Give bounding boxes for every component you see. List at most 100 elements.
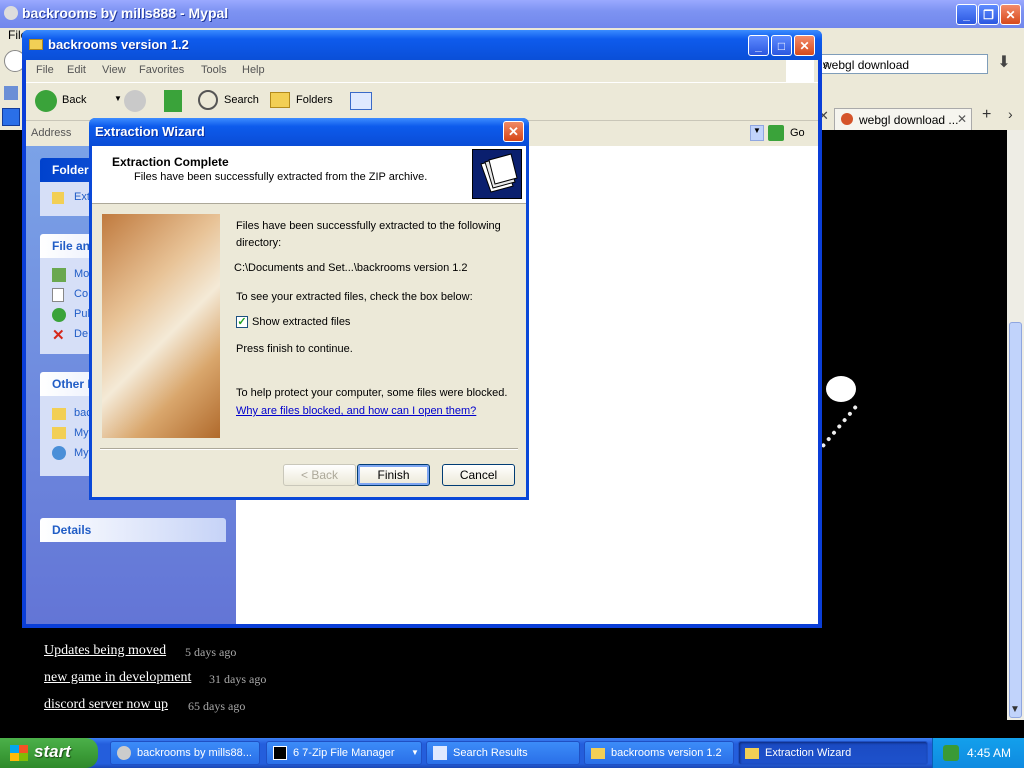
folders-icon[interactable] <box>270 92 290 108</box>
browser-tab[interactable]: webgl download ... ✕ <box>834 108 972 130</box>
wizard-main: Files have been successfully extracted t… <box>92 204 526 497</box>
my-documents-icon <box>52 427 66 439</box>
back-button[interactable]: < Back <box>283 464 356 486</box>
creature-eye-image <box>826 376 856 402</box>
forward-arrow-icon[interactable] <box>124 90 146 112</box>
taskbar-button-explorer[interactable]: backrooms version 1.2 <box>584 741 734 765</box>
search-button-label[interactable]: Search <box>224 94 259 106</box>
back-arrow-icon[interactable] <box>35 90 57 112</box>
folder-icon <box>745 748 759 759</box>
back-dropdown-icon[interactable]: ▼ <box>114 94 122 103</box>
tab-scroll-icon[interactable]: › <box>1008 106 1013 122</box>
explorer-title: backrooms version 1.2 <box>48 37 189 52</box>
wizard-close-button[interactable]: ✕ <box>503 121 524 142</box>
search-results-icon <box>433 746 447 760</box>
clock[interactable]: 4:45 AM <box>967 746 1011 760</box>
scroll-down-icon[interactable]: ▼ <box>1010 704 1020 715</box>
wizard-text-line2: To see your extracted files, check the b… <box>236 291 473 303</box>
start-label: start <box>34 742 71 761</box>
show-extracted-files-checkbox[interactable]: ✓ <box>236 316 248 328</box>
wizard-header: Extraction Complete Files have been succ… <box>92 146 526 204</box>
menu-view[interactable]: View <box>102 64 126 76</box>
details-header[interactable]: Details <box>40 518 226 542</box>
wizard-header-subtitle: Files have been successfully extracted f… <box>134 171 428 183</box>
menu-favorites[interactable]: Favorites <box>139 64 184 76</box>
address-dropdown-icon[interactable]: ▼ <box>750 125 764 141</box>
explorer-maximize-button[interactable]: □ <box>771 35 792 56</box>
wizard-separator <box>100 448 518 450</box>
news-link[interactable]: new game in development <box>44 670 191 685</box>
news-link[interactable]: discord server now up <box>44 697 168 712</box>
finish-button[interactable]: Finish <box>357 464 430 486</box>
taskbar-button-label: 6 7-Zip File Manager <box>293 747 395 759</box>
back-button-label[interactable]: Back <box>62 94 86 106</box>
new-tab-icon[interactable]: + <box>982 106 991 124</box>
windows-flag-icon <box>10 745 28 761</box>
extract-icon <box>52 192 64 204</box>
wizard-text-line1: Files have been successfully extracted t… <box>236 220 501 232</box>
taskbar: start backrooms by mills88... 6 7-Zip Fi… <box>0 738 1024 768</box>
news-link[interactable]: Updates being moved <box>44 643 166 658</box>
browser-close-button[interactable]: ✕ <box>1000 4 1021 25</box>
publish-icon <box>52 308 66 322</box>
browser-titlebar[interactable]: backrooms by mills888 - Mypal _ ❐ ✕ <box>0 0 1024 28</box>
mypal-icon <box>117 746 131 760</box>
menu-help[interactable]: Help <box>242 64 265 76</box>
news-age: 31 days ago <box>209 672 267 686</box>
folder-tasks-title: Folder <box>52 163 89 177</box>
menu-file[interactable]: File <box>36 64 54 76</box>
explorer-titlebar[interactable]: backrooms version 1.2 _ □ ✕ <box>22 30 822 60</box>
browser-tab-list-icon[interactable] <box>2 108 20 126</box>
extraction-wizard-dialog: Extraction Wizard ✕ Extraction Complete … <box>89 118 529 500</box>
creature-teeth-image <box>809 404 905 500</box>
browser-tab-close-icon[interactable]: ✕ <box>957 112 967 126</box>
wizard-text-line1b: directory: <box>236 237 282 249</box>
wizard-titlebar[interactable]: Extraction Wizard <box>89 118 529 146</box>
browser-minimize-button[interactable]: _ <box>956 4 977 25</box>
folder-icon <box>29 39 43 50</box>
address-label: Address <box>31 127 72 139</box>
taskbar-button-extraction-wizard[interactable]: Extraction Wizard <box>738 741 928 765</box>
group-dropdown-icon: ▼ <box>411 748 419 757</box>
taskbar-button-search-results[interactable]: Search Results <box>426 741 580 765</box>
folder-icon <box>591 748 605 759</box>
files-blocked-help-link[interactable]: Why are files blocked, and how can I ope… <box>236 403 476 420</box>
start-button[interactable]: start <box>0 738 98 768</box>
explorer-minimize-button[interactable]: _ <box>748 35 769 56</box>
taskbar-button-label: Search Results <box>453 747 528 759</box>
browser-bookmark-icon[interactable] <box>4 86 18 100</box>
taskbar-button-mypal[interactable]: backrooms by mills88... <box>110 741 260 765</box>
go-button-label[interactable]: Go <box>790 127 805 139</box>
browser-scrollbar-thumb[interactable] <box>1009 322 1022 718</box>
folder-icon <box>52 408 66 420</box>
download-arrow-icon[interactable]: ⬇ <box>992 52 1016 74</box>
up-folder-icon[interactable] <box>164 90 182 112</box>
search-magnifier-icon[interactable] <box>198 90 218 110</box>
search-icon[interactable]: ⌕ <box>823 56 981 72</box>
news-age: 5 days ago <box>185 645 237 659</box>
taskbar-button-label: backrooms by mills88... <box>137 747 252 759</box>
cancel-button[interactable]: Cancel <box>442 464 515 486</box>
explorer-toolbar: Back ▼ Search Folders <box>26 82 818 120</box>
browser-search-input[interactable]: webgl download ⌕ <box>818 54 988 74</box>
wizard-text-line4: To help protect your computer, some file… <box>236 387 508 399</box>
wizard-extract-path: C:\Documents and Set...\backrooms versio… <box>234 262 468 274</box>
views-icon[interactable] <box>350 92 372 110</box>
taskbar-button-7zip[interactable]: 6 7-Zip File Manager ▼ <box>266 741 422 765</box>
explorer-close-button[interactable]: ✕ <box>794 35 815 56</box>
network-tray-icon[interactable] <box>943 745 959 761</box>
show-extracted-files-label[interactable]: Show extracted files <box>252 314 350 331</box>
7zip-icon <box>273 746 287 760</box>
taskbar-button-label: backrooms version 1.2 <box>611 747 722 759</box>
go-arrow-icon[interactable] <box>768 125 784 141</box>
system-tray: 4:45 AM <box>932 738 1024 768</box>
duckduckgo-icon <box>841 113 853 125</box>
move-icon <box>52 268 66 282</box>
menu-tools[interactable]: Tools <box>201 64 227 76</box>
windows-logo-icon <box>786 60 814 82</box>
menu-edit[interactable]: Edit <box>67 64 86 76</box>
browser-maximize-button[interactable]: ❐ <box>978 4 999 25</box>
folders-button-label[interactable]: Folders <box>296 94 333 106</box>
my-network-icon <box>52 446 66 460</box>
file-tasks-title: File an <box>52 239 91 253</box>
